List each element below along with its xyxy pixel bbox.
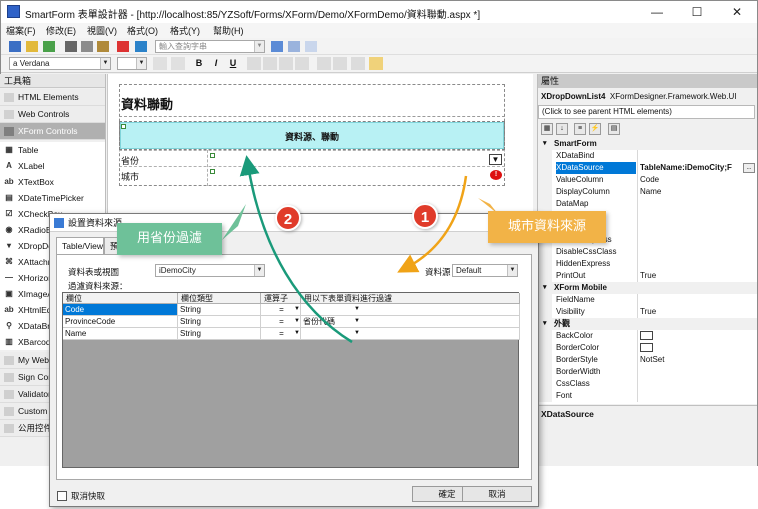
annotation-arrows [222, 155, 498, 344]
callout-tail [222, 204, 246, 240]
callout-filter: 用省份過濾 [117, 223, 222, 255]
arrow-filter [239, 155, 353, 344]
step-badge-1: 1 [412, 203, 438, 229]
step-badge-2: 2 [275, 205, 301, 231]
callout-city-source: 城市資料來源 [488, 211, 606, 243]
